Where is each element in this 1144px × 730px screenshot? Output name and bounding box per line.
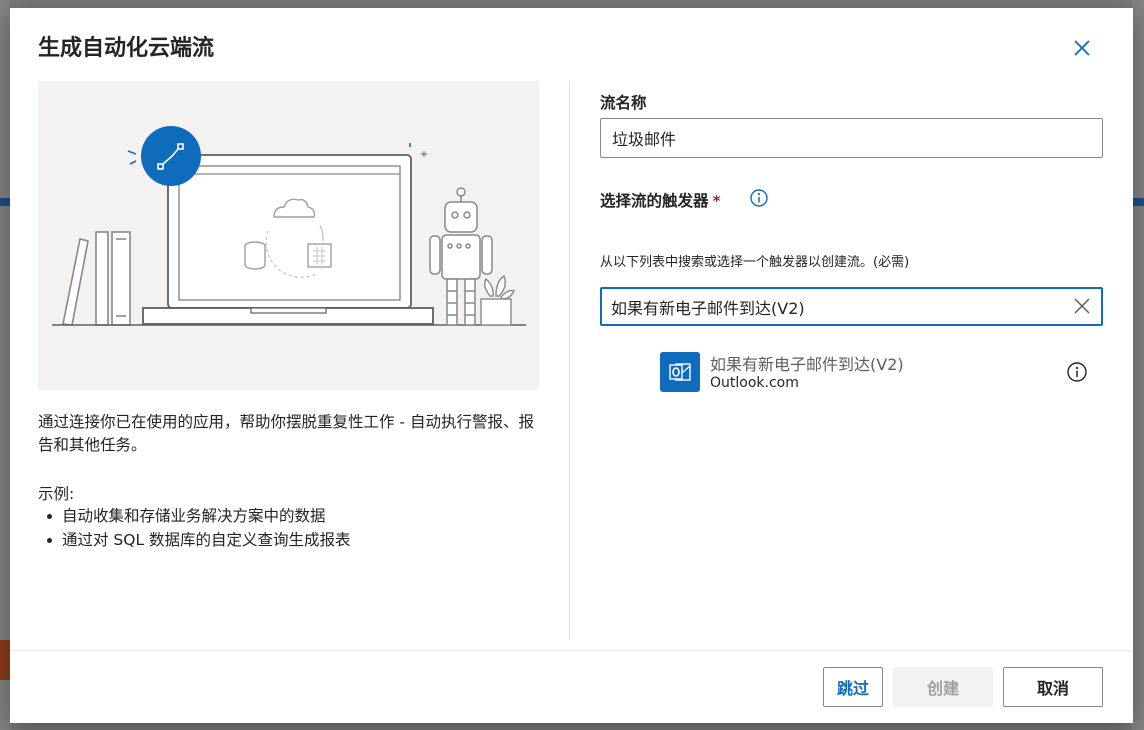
close-icon[interactable] xyxy=(1068,34,1096,62)
outlook-icon xyxy=(660,352,700,392)
flow-name-input[interactable] xyxy=(600,118,1103,158)
cancel-button[interactable]: 取消 xyxy=(1003,667,1103,707)
skip-button[interactable]: 跳过 xyxy=(823,667,883,707)
column-divider xyxy=(569,81,570,640)
create-button[interactable]: 创建 xyxy=(893,667,993,707)
trigger-label: 选择流的触发器 * xyxy=(600,189,721,211)
footer-divider xyxy=(10,650,1133,651)
background-tile xyxy=(0,640,10,680)
trigger-hint: 从以下列表中搜索或选择一个触发器以创建流。(必需) xyxy=(600,255,910,270)
required-mark: * xyxy=(712,192,721,210)
flow-illustration xyxy=(38,81,539,390)
trigger-search-input[interactable] xyxy=(602,289,1062,324)
background-app-left xyxy=(0,0,10,730)
clear-icon[interactable] xyxy=(1073,297,1091,315)
list-item: 通过对 SQL 数据库的自定义查询生成报表 xyxy=(38,528,351,552)
flow-name-label: 流名称 xyxy=(600,94,647,112)
examples-list: 自动收集和存储业务解决方案中的数据 通过对 SQL 数据库的自定义查询生成报表 xyxy=(38,504,351,552)
dialog-title: 生成自动化云端流 xyxy=(38,36,215,61)
trigger-label-text: 选择流的触发器 xyxy=(600,192,709,210)
background-app-right xyxy=(1132,0,1144,730)
create-flow-dialog: 生成自动化云端流 通过连接你已在使用的应用，帮助你摆脱重复性工作 - 自动执行警… xyxy=(10,8,1133,723)
examples-title: 示例: xyxy=(38,485,75,503)
background-bar-right xyxy=(1132,198,1144,206)
dialog-description: 通过连接你已在使用的应用，帮助你摆脱重复性工作 - 自动执行警报、报告和其他任务… xyxy=(38,413,534,454)
info-icon[interactable] xyxy=(749,188,769,208)
info-icon[interactable] xyxy=(1066,361,1088,383)
trigger-search-box xyxy=(600,287,1103,326)
background-bar-left xyxy=(0,198,10,206)
trigger-result-connector: Outlook.com xyxy=(710,375,799,391)
list-item: 自动收集和存储业务解决方案中的数据 xyxy=(38,504,351,528)
trigger-result-item[interactable]: 如果有新电子邮件到达(V2) Outlook.com xyxy=(650,348,1090,398)
trigger-result-name: 如果有新电子邮件到达(V2) xyxy=(710,355,904,374)
